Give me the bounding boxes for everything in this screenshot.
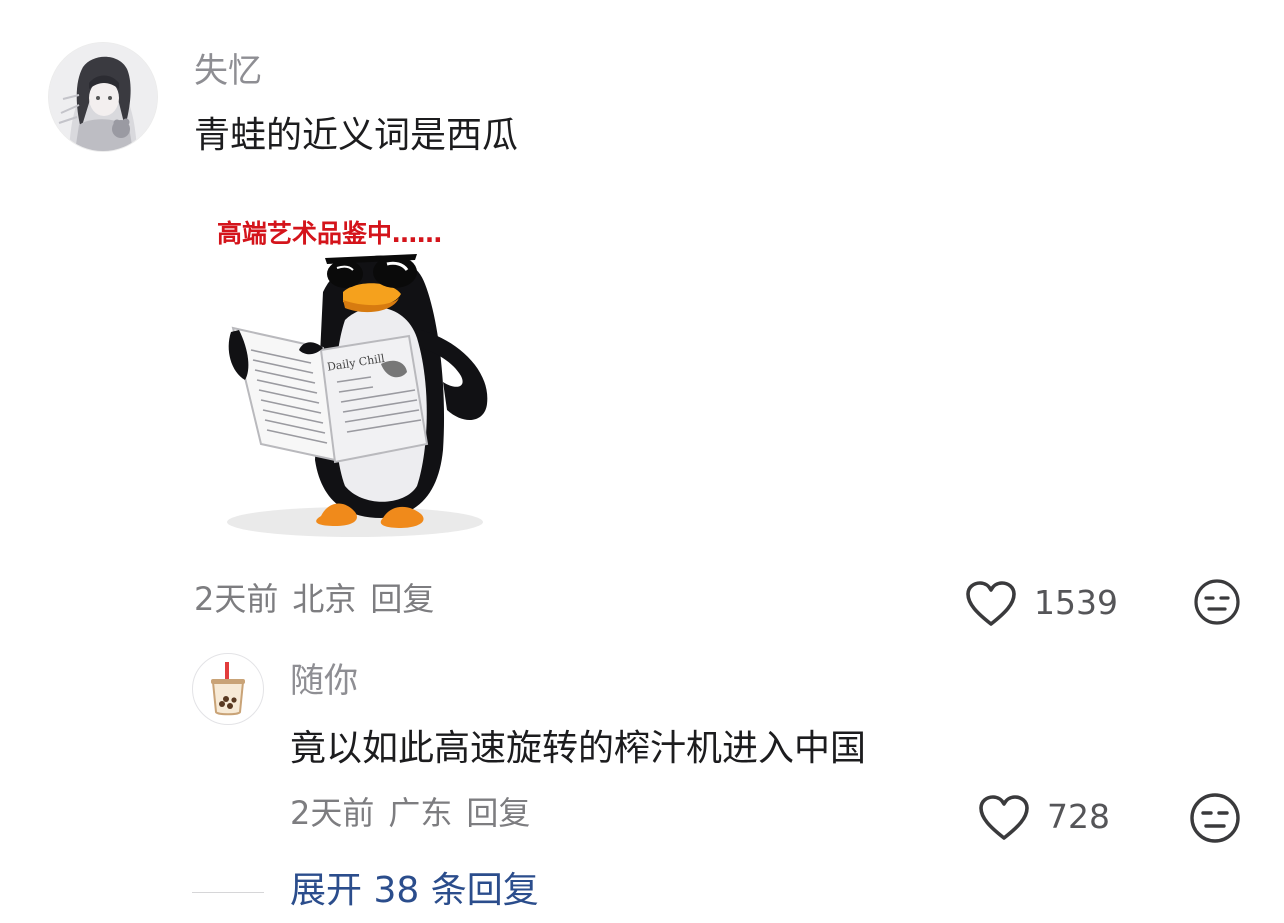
reply-button[interactable]: 回复 — [370, 580, 434, 618]
reply-avatar[interactable] — [192, 653, 264, 725]
expand-replies-button[interactable]: 展开 38 条回复 — [290, 873, 539, 909]
reply-text: 竟以如此高速旋转的榨汁机进入中国 — [290, 728, 867, 769]
heart-icon — [979, 795, 1029, 840]
comment-time: 2天前 — [194, 580, 279, 618]
like-count: 1539 — [1034, 583, 1118, 622]
comment-meta: 2天前 北京 回复 — [194, 583, 434, 615]
expand-divider — [192, 892, 264, 893]
reply-meta: 2天前 广东 回复 — [290, 797, 530, 829]
reply-username[interactable]: 随你 — [290, 664, 358, 698]
dislike-face-icon — [1190, 793, 1240, 843]
avatar[interactable] — [48, 42, 158, 152]
bubble-tea-icon — [211, 662, 245, 716]
like-button[interactable] — [965, 580, 1017, 628]
comment-sticker[interactable]: 高端艺术品鉴中…… Daily Chill — [195, 200, 515, 545]
reply-dislike-button[interactable] — [1189, 792, 1241, 844]
comment-username[interactable]: 失忆 — [194, 54, 262, 88]
reply-location: 广东 — [388, 794, 453, 832]
sticker-caption: 高端艺术品鉴中…… — [217, 219, 442, 248]
comment-text: 青蛙的近义词是西瓜 — [194, 115, 519, 156]
reply-like-button[interactable] — [978, 794, 1030, 842]
heart-icon — [966, 581, 1016, 626]
reply-like-count: 728 — [1047, 797, 1110, 836]
dislike-face-icon — [1194, 579, 1240, 625]
comment-location: 北京 — [292, 580, 357, 618]
reply-reply-button[interactable]: 回复 — [466, 794, 530, 832]
reply-time: 2天前 — [290, 794, 375, 832]
avatar-anime-girl-icon — [49, 43, 157, 151]
dislike-button[interactable] — [1193, 578, 1241, 626]
